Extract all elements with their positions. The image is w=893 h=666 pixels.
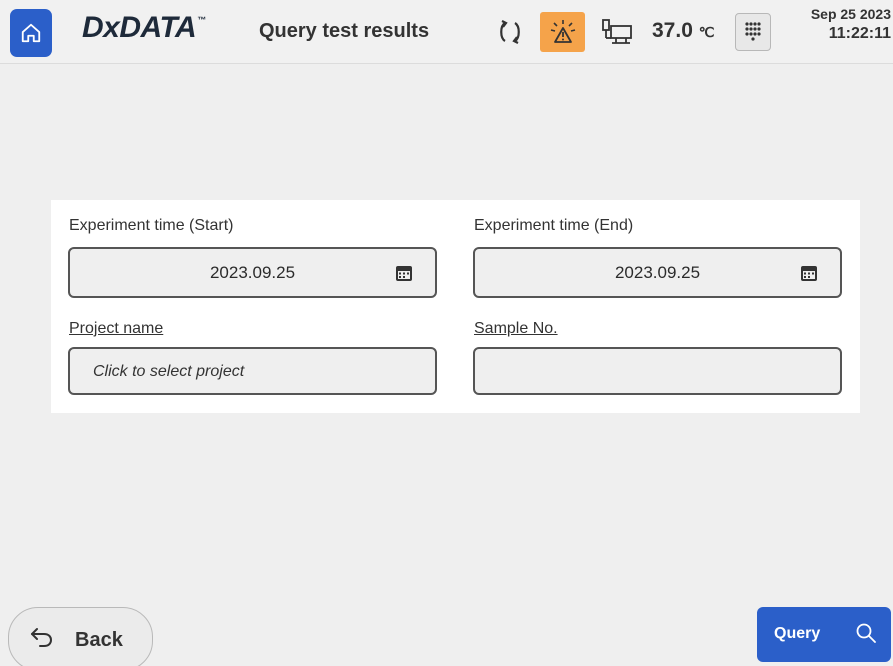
calendar-icon[interactable] xyxy=(395,264,413,282)
calendar-icon[interactable] xyxy=(800,264,818,282)
top-bar: DxDATA™ Query test results 37.0 ℃ Sep 25… xyxy=(0,0,893,64)
datetime-display: Sep 25 2023 11:22:11 xyxy=(811,5,891,43)
back-button[interactable]: Back xyxy=(8,607,153,666)
sync-icon[interactable] xyxy=(496,18,524,46)
time-text: 11:22:11 xyxy=(828,25,891,42)
page-title: Query test results xyxy=(259,20,430,42)
end-time-label: Experiment time (End) xyxy=(474,217,634,234)
query-button[interactable]: Query xyxy=(757,607,891,662)
app-logo: DxDATA™ xyxy=(82,11,206,44)
back-arrow-icon xyxy=(31,628,53,647)
alarm-warning-icon xyxy=(550,20,575,43)
temperature-readout: 37.0 ℃ xyxy=(652,19,715,42)
keypad-icon xyxy=(745,22,761,41)
start-time-value: 2023.09.25 xyxy=(209,263,296,282)
sample-no-label[interactable]: Sample No. xyxy=(474,320,558,338)
start-time-field[interactable]: 2023.09.25 xyxy=(68,247,437,298)
home-icon xyxy=(21,23,41,43)
instrument-status-icon xyxy=(602,19,632,44)
query-form-panel: Experiment time (Start) 2023.09.25 Exper… xyxy=(51,200,860,413)
home-button[interactable] xyxy=(10,9,52,57)
back-label: Back xyxy=(75,629,123,651)
search-icon xyxy=(856,623,876,643)
end-time-value: 2023.09.25 xyxy=(614,263,701,282)
keypad-button[interactable] xyxy=(735,13,771,51)
project-name-placeholder: Click to select project xyxy=(93,363,245,380)
project-name-field[interactable]: Click to select project xyxy=(68,347,437,395)
sample-no-field[interactable] xyxy=(473,347,842,395)
end-time-field[interactable]: 2023.09.25 xyxy=(473,247,842,298)
alarm-button[interactable] xyxy=(540,12,585,52)
query-label: Query xyxy=(774,625,821,642)
date-text: Sep 25 2023 xyxy=(810,6,891,22)
start-time-label: Experiment time (Start) xyxy=(69,217,234,234)
project-name-label[interactable]: Project name xyxy=(69,320,163,338)
